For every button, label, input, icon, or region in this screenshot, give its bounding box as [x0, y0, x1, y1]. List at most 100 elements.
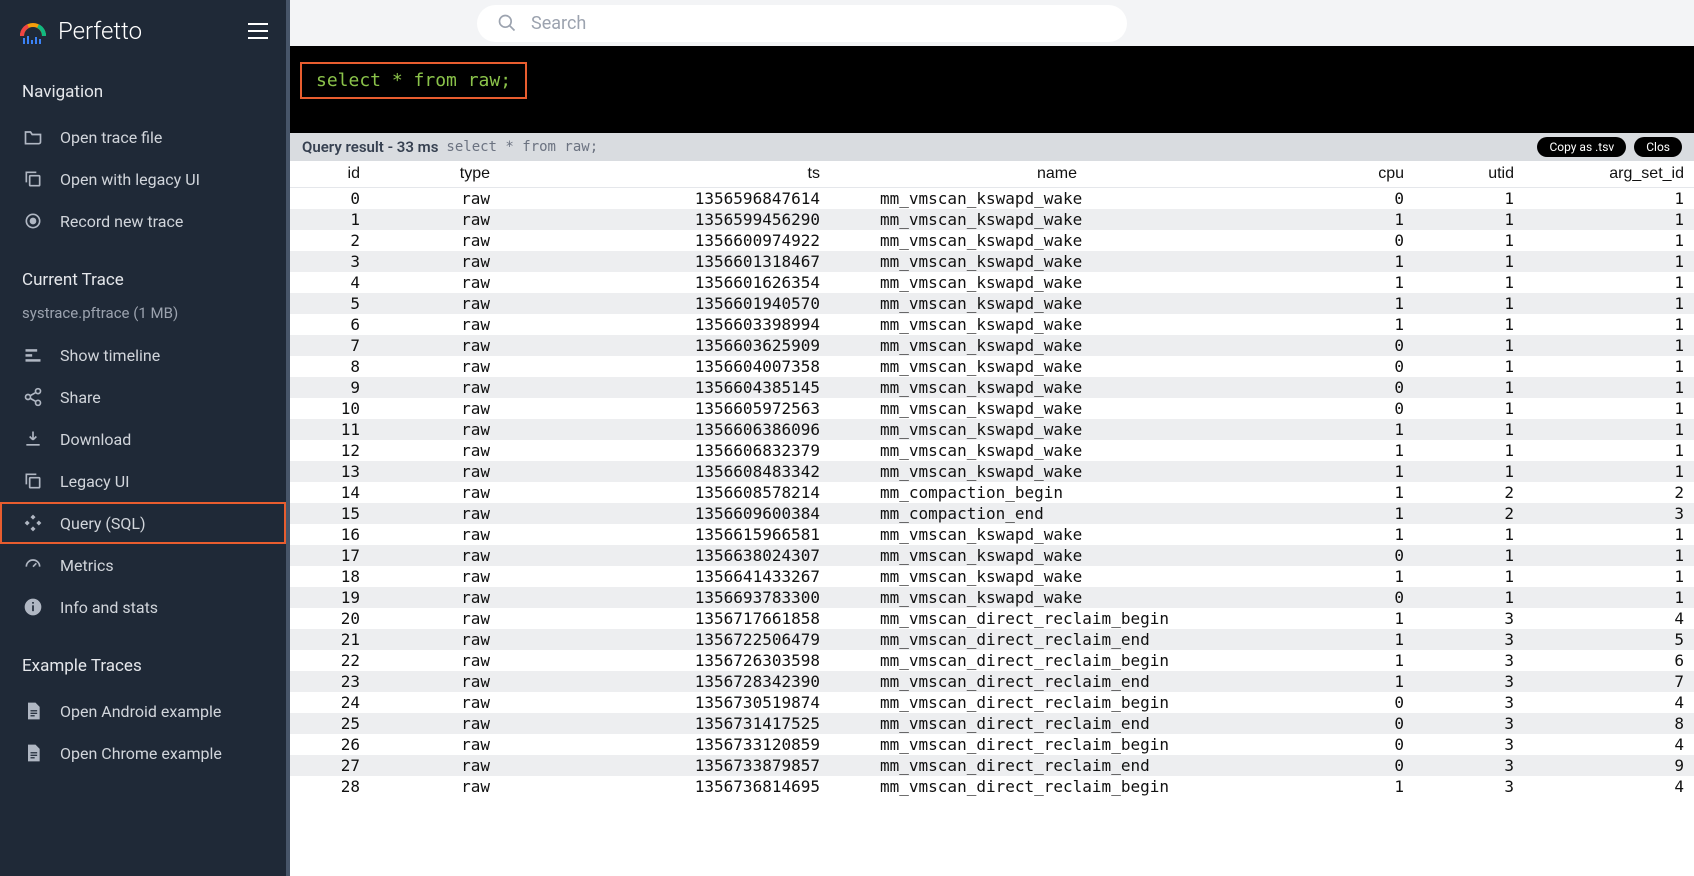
- cell-type: raw: [370, 440, 500, 461]
- sidebar-item-download[interactable]: Download: [0, 418, 286, 460]
- cell-type: raw: [370, 650, 500, 671]
- sidebar-item-open-android-example[interactable]: Open Android example: [0, 690, 286, 732]
- cell-type: raw: [370, 230, 500, 251]
- table-row[interactable]: 11raw1356606386096mm_vmscan_kswapd_wake1…: [290, 419, 1694, 440]
- copy-tsv-button[interactable]: Copy as .tsv: [1537, 137, 1626, 157]
- cell-cpu: 1: [1284, 503, 1414, 524]
- cell-cpu: 1: [1284, 440, 1414, 461]
- cell-id: 15: [290, 503, 370, 524]
- cell-arg_set_id: 1: [1524, 188, 1694, 210]
- table-row[interactable]: 2raw1356600974922mm_vmscan_kswapd_wake01…: [290, 230, 1694, 251]
- cell-name: mm_vmscan_kswapd_wake: [830, 461, 1284, 482]
- cell-utid: 1: [1414, 209, 1524, 230]
- cell-name: mm_vmscan_direct_reclaim_end: [830, 755, 1284, 776]
- sidebar-item-info-and-stats[interactable]: Info and stats: [0, 586, 286, 628]
- table-row[interactable]: 16raw1356615966581mm_vmscan_kswapd_wake1…: [290, 524, 1694, 545]
- table-row[interactable]: 1raw1356599456290mm_vmscan_kswapd_wake11…: [290, 209, 1694, 230]
- col-header-ts[interactable]: ts: [500, 161, 830, 188]
- cell-id: 26: [290, 734, 370, 755]
- table-row[interactable]: 10raw1356605972563mm_vmscan_kswapd_wake0…: [290, 398, 1694, 419]
- cell-cpu: 0: [1284, 230, 1414, 251]
- table-row[interactable]: 24raw1356730519874mm_vmscan_direct_recla…: [290, 692, 1694, 713]
- cell-cpu: 1: [1284, 419, 1414, 440]
- sidebar-item-open-trace-file[interactable]: Open trace file: [0, 116, 286, 158]
- query-icon: [22, 512, 44, 534]
- table-row[interactable]: 8raw1356604007358mm_vmscan_kswapd_wake01…: [290, 356, 1694, 377]
- cell-cpu: 1: [1284, 524, 1414, 545]
- table-row[interactable]: 13raw1356608483342mm_vmscan_kswapd_wake1…: [290, 461, 1694, 482]
- table-row[interactable]: 25raw1356731417525mm_vmscan_direct_recla…: [290, 713, 1694, 734]
- sidebar-item-open-chrome-example[interactable]: Open Chrome example: [0, 732, 286, 774]
- cell-cpu: 0: [1284, 188, 1414, 210]
- table-row[interactable]: 19raw1356693783300mm_vmscan_kswapd_wake0…: [290, 587, 1694, 608]
- table-row[interactable]: 6raw1356603398994mm_vmscan_kswapd_wake11…: [290, 314, 1694, 335]
- table-row[interactable]: 28raw1356736814695mm_vmscan_direct_recla…: [290, 776, 1694, 797]
- cell-ts: 1356604007358: [500, 356, 830, 377]
- sidebar-item-query-sql-[interactable]: Query (SQL): [0, 502, 286, 544]
- table-row[interactable]: 14raw1356608578214mm_compaction_begin122: [290, 482, 1694, 503]
- table-row[interactable]: 22raw1356726303598mm_vmscan_direct_recla…: [290, 650, 1694, 671]
- cell-name: mm_vmscan_direct_reclaim_begin: [830, 776, 1284, 797]
- sidebar-item-record-new-trace[interactable]: Record new trace: [0, 200, 286, 242]
- cell-utid: 3: [1414, 776, 1524, 797]
- sidebar-item-metrics[interactable]: Metrics: [0, 544, 286, 586]
- cell-id: 3: [290, 251, 370, 272]
- cell-cpu: 1: [1284, 314, 1414, 335]
- cell-ts: 1356599456290: [500, 209, 830, 230]
- cell-type: raw: [370, 587, 500, 608]
- sidebar-item-legacy-ui[interactable]: Legacy UI: [0, 460, 286, 502]
- menu-toggle-icon[interactable]: [248, 23, 268, 39]
- search-input[interactable]: Search: [477, 5, 1127, 42]
- table-row[interactable]: 15raw1356609600384mm_compaction_end123: [290, 503, 1694, 524]
- table-row[interactable]: 26raw1356733120859mm_vmscan_direct_recla…: [290, 734, 1694, 755]
- cell-utid: 1: [1414, 335, 1524, 356]
- table-row[interactable]: 18raw1356641433267mm_vmscan_kswapd_wake1…: [290, 566, 1694, 587]
- table-row[interactable]: 5raw1356601940570mm_vmscan_kswapd_wake11…: [290, 293, 1694, 314]
- cell-id: 13: [290, 461, 370, 482]
- cell-arg_set_id: 1: [1524, 461, 1694, 482]
- table-row[interactable]: 4raw1356601626354mm_vmscan_kswapd_wake11…: [290, 272, 1694, 293]
- table-row[interactable]: 9raw1356604385145mm_vmscan_kswapd_wake01…: [290, 377, 1694, 398]
- cell-id: 0: [290, 188, 370, 210]
- cell-utid: 1: [1414, 419, 1524, 440]
- cell-utid: 3: [1414, 608, 1524, 629]
- cell-id: 5: [290, 293, 370, 314]
- result-table-container[interactable]: id type ts name cpu utid arg_set_id 0raw…: [290, 161, 1694, 876]
- table-row[interactable]: 23raw1356728342390mm_vmscan_direct_recla…: [290, 671, 1694, 692]
- cell-utid: 3: [1414, 692, 1524, 713]
- table-row[interactable]: 3raw1356601318467mm_vmscan_kswapd_wake11…: [290, 251, 1694, 272]
- cell-arg_set_id: 7: [1524, 671, 1694, 692]
- brand[interactable]: Perfetto: [18, 16, 142, 46]
- col-header-type[interactable]: type: [370, 161, 500, 188]
- close-button[interactable]: Clos: [1634, 137, 1682, 157]
- col-header-name[interactable]: name: [830, 161, 1284, 188]
- col-header-cpu[interactable]: cpu: [1284, 161, 1414, 188]
- col-header-utid[interactable]: utid: [1414, 161, 1524, 188]
- table-row[interactable]: 0raw1356596847614mm_vmscan_kswapd_wake01…: [290, 188, 1694, 210]
- table-row[interactable]: 12raw1356606832379mm_vmscan_kswapd_wake1…: [290, 440, 1694, 461]
- cell-ts: 1356733879857: [500, 755, 830, 776]
- sidebar-item-open-with-legacy-ui[interactable]: Open with legacy UI: [0, 158, 286, 200]
- table-row[interactable]: 17raw1356638024307mm_vmscan_kswapd_wake0…: [290, 545, 1694, 566]
- folder-icon: [22, 126, 44, 148]
- cell-arg_set_id: 4: [1524, 734, 1694, 755]
- cell-name: mm_vmscan_kswapd_wake: [830, 188, 1284, 210]
- col-header-arg-set-id[interactable]: arg_set_id: [1524, 161, 1694, 188]
- cell-name: mm_compaction_end: [830, 503, 1284, 524]
- topbar: Search: [290, 0, 1694, 46]
- cell-arg_set_id: 1: [1524, 440, 1694, 461]
- sql-editor[interactable]: select * from raw;: [290, 46, 1694, 133]
- sidebar-item-share[interactable]: Share: [0, 376, 286, 418]
- cell-name: mm_vmscan_kswapd_wake: [830, 440, 1284, 461]
- table-row[interactable]: 27raw1356733879857mm_vmscan_direct_recla…: [290, 755, 1694, 776]
- table-row[interactable]: 21raw1356722506479mm_vmscan_direct_recla…: [290, 629, 1694, 650]
- col-header-id[interactable]: id: [290, 161, 370, 188]
- download-icon: [22, 428, 44, 450]
- cell-utid: 1: [1414, 251, 1524, 272]
- sidebar-item-show-timeline[interactable]: Show timeline: [0, 334, 286, 376]
- table-row[interactable]: 7raw1356603625909mm_vmscan_kswapd_wake01…: [290, 335, 1694, 356]
- cell-cpu: 0: [1284, 398, 1414, 419]
- cell-type: raw: [370, 314, 500, 335]
- table-row[interactable]: 20raw1356717661858mm_vmscan_direct_recla…: [290, 608, 1694, 629]
- cell-ts: 1356609600384: [500, 503, 830, 524]
